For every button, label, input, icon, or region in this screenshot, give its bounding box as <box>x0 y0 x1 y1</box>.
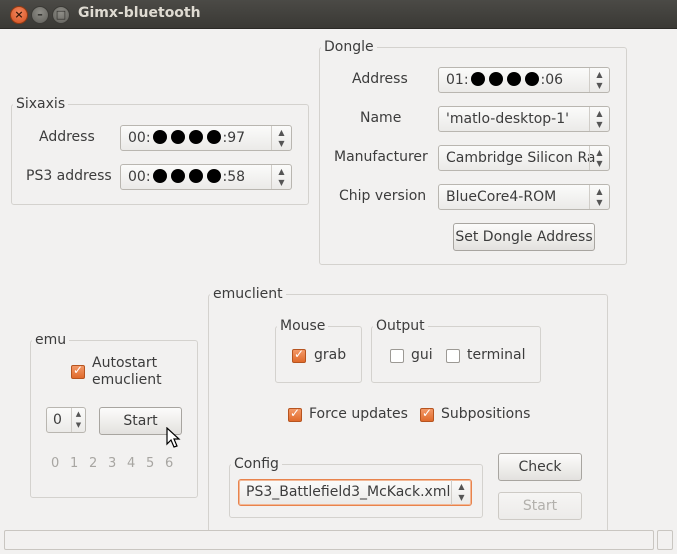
subpositions-label: Subpositions <box>441 406 531 422</box>
updown-arrow-icon: ▲ ▼ <box>451 480 471 505</box>
close-icon[interactable]: × <box>10 6 28 24</box>
emu-index-value: 0 <box>53 412 62 428</box>
gui-label: gui <box>411 347 433 363</box>
mouse-frame-label: Mouse <box>277 318 329 334</box>
autostart-label-line2: emuclient <box>92 372 162 388</box>
terminal-checkbox[interactable] <box>446 349 460 363</box>
ps3-address-suffix: :58 <box>222 169 246 185</box>
updown-arrow-icon: ▲ ▼ <box>271 126 291 150</box>
maximize-icon[interactable]: □ <box>52 6 70 24</box>
sixaxis-frame-label: Sixaxis <box>13 96 69 112</box>
updown-arrow-icon: ▲ ▼ <box>271 165 291 189</box>
dongle-name-value: 'matlo-desktop-1' <box>446 111 569 127</box>
emu-number: 2 <box>89 456 98 471</box>
manufacturer-combo[interactable]: Cambridge Silicon Ra ▲ ▼ <box>438 145 610 171</box>
gui-checkbox[interactable] <box>390 349 404 363</box>
ps3-address-label: PS3 address <box>26 168 112 184</box>
config-frame-label: Config <box>231 456 282 472</box>
window-title: Gimx-bluetooth <box>78 5 201 21</box>
dongle-name-combo[interactable]: 'matlo-desktop-1' ▲ ▼ <box>438 106 610 132</box>
ps3-address-prefix: 00: <box>128 169 151 185</box>
autostart-checkbox[interactable] <box>71 363 85 379</box>
set-dongle-address-button[interactable]: Set Dongle Address <box>453 223 595 251</box>
emu-number: 1 <box>70 456 79 471</box>
emu-number: 4 <box>127 456 136 471</box>
mouse-cursor-icon <box>166 427 181 448</box>
emu-number: 0 <box>51 456 60 471</box>
dongle-name-label: Name <box>360 110 402 126</box>
dongle-address-prefix: 01: <box>446 72 469 88</box>
minimize-icon[interactable]: – <box>31 6 49 24</box>
check-button[interactable]: Check <box>498 453 582 481</box>
chip-version-combo[interactable]: BlueCore4-ROM ▲ ▼ <box>438 184 610 210</box>
emu-number: 3 <box>108 456 117 471</box>
dongle-address-suffix: :06 <box>540 72 564 88</box>
resize-grip[interactable] <box>657 530 673 550</box>
emu-number: 5 <box>146 456 155 471</box>
config-combo[interactable]: PS3_Battlefield3_McKack.xml ▲ ▼ <box>238 479 472 506</box>
redacted-dots <box>151 165 223 189</box>
output-frame-label: Output <box>373 318 428 334</box>
config-value: PS3_Battlefield3_McKack.xml <box>246 484 451 500</box>
manufacturer-label: Manufacturer <box>334 149 428 165</box>
dongle-address-combo[interactable]: 01: :06 ▲ ▼ <box>438 67 610 93</box>
grab-checkbox[interactable] <box>292 347 306 363</box>
emu-frame-label: emu <box>32 332 70 348</box>
emu-number: 6 <box>165 456 174 471</box>
force-updates-label: Force updates <box>309 406 408 422</box>
emuclient-frame-label: emuclient <box>210 286 286 302</box>
updown-arrow-icon: ▲ ▼ <box>589 185 609 209</box>
grab-label: grab <box>314 347 347 363</box>
emu-index-spinner[interactable]: 0 ▲ ▼ <box>46 407 86 433</box>
redacted-dots <box>469 68 541 92</box>
ps3-address-combo[interactable]: 00: :58 ▲ ▼ <box>120 164 292 190</box>
updown-arrow-icon: ▲ ▼ <box>589 68 609 92</box>
force-updates-checkbox[interactable] <box>288 406 302 422</box>
updown-arrow-icon: ▲ ▼ <box>71 408 85 432</box>
emu-index-numbers: 0123456 <box>51 456 184 471</box>
autostart-label-line1: Autostart <box>92 355 158 371</box>
subpositions-checkbox[interactable] <box>420 406 434 422</box>
updown-arrow-icon: ▲ ▼ <box>589 107 609 131</box>
updown-arrow-icon: ▲ ▼ <box>589 146 609 170</box>
chip-version-label: Chip version <box>339 188 427 204</box>
sixaxis-address-label: Address <box>39 129 95 145</box>
emuclient-start-button[interactable]: Start <box>498 492 582 520</box>
chip-version-value: BlueCore4-ROM <box>446 189 557 205</box>
sixaxis-address-prefix: 00: <box>128 130 151 146</box>
sixaxis-address-suffix: :97 <box>222 130 246 146</box>
title-bar: × – □ Gimx-bluetooth <box>0 0 677 29</box>
terminal-label: terminal <box>467 347 526 363</box>
autostart-label: Autostart emuclient <box>92 355 162 389</box>
manufacturer-value: Cambridge Silicon Ra <box>446 150 596 166</box>
dongle-address-label: Address <box>352 71 408 87</box>
redacted-dots <box>151 126 223 150</box>
sixaxis-address-combo[interactable]: 00: :97 ▲ ▼ <box>120 125 292 151</box>
status-bar <box>4 530 654 550</box>
dongle-frame-label: Dongle <box>321 39 377 55</box>
